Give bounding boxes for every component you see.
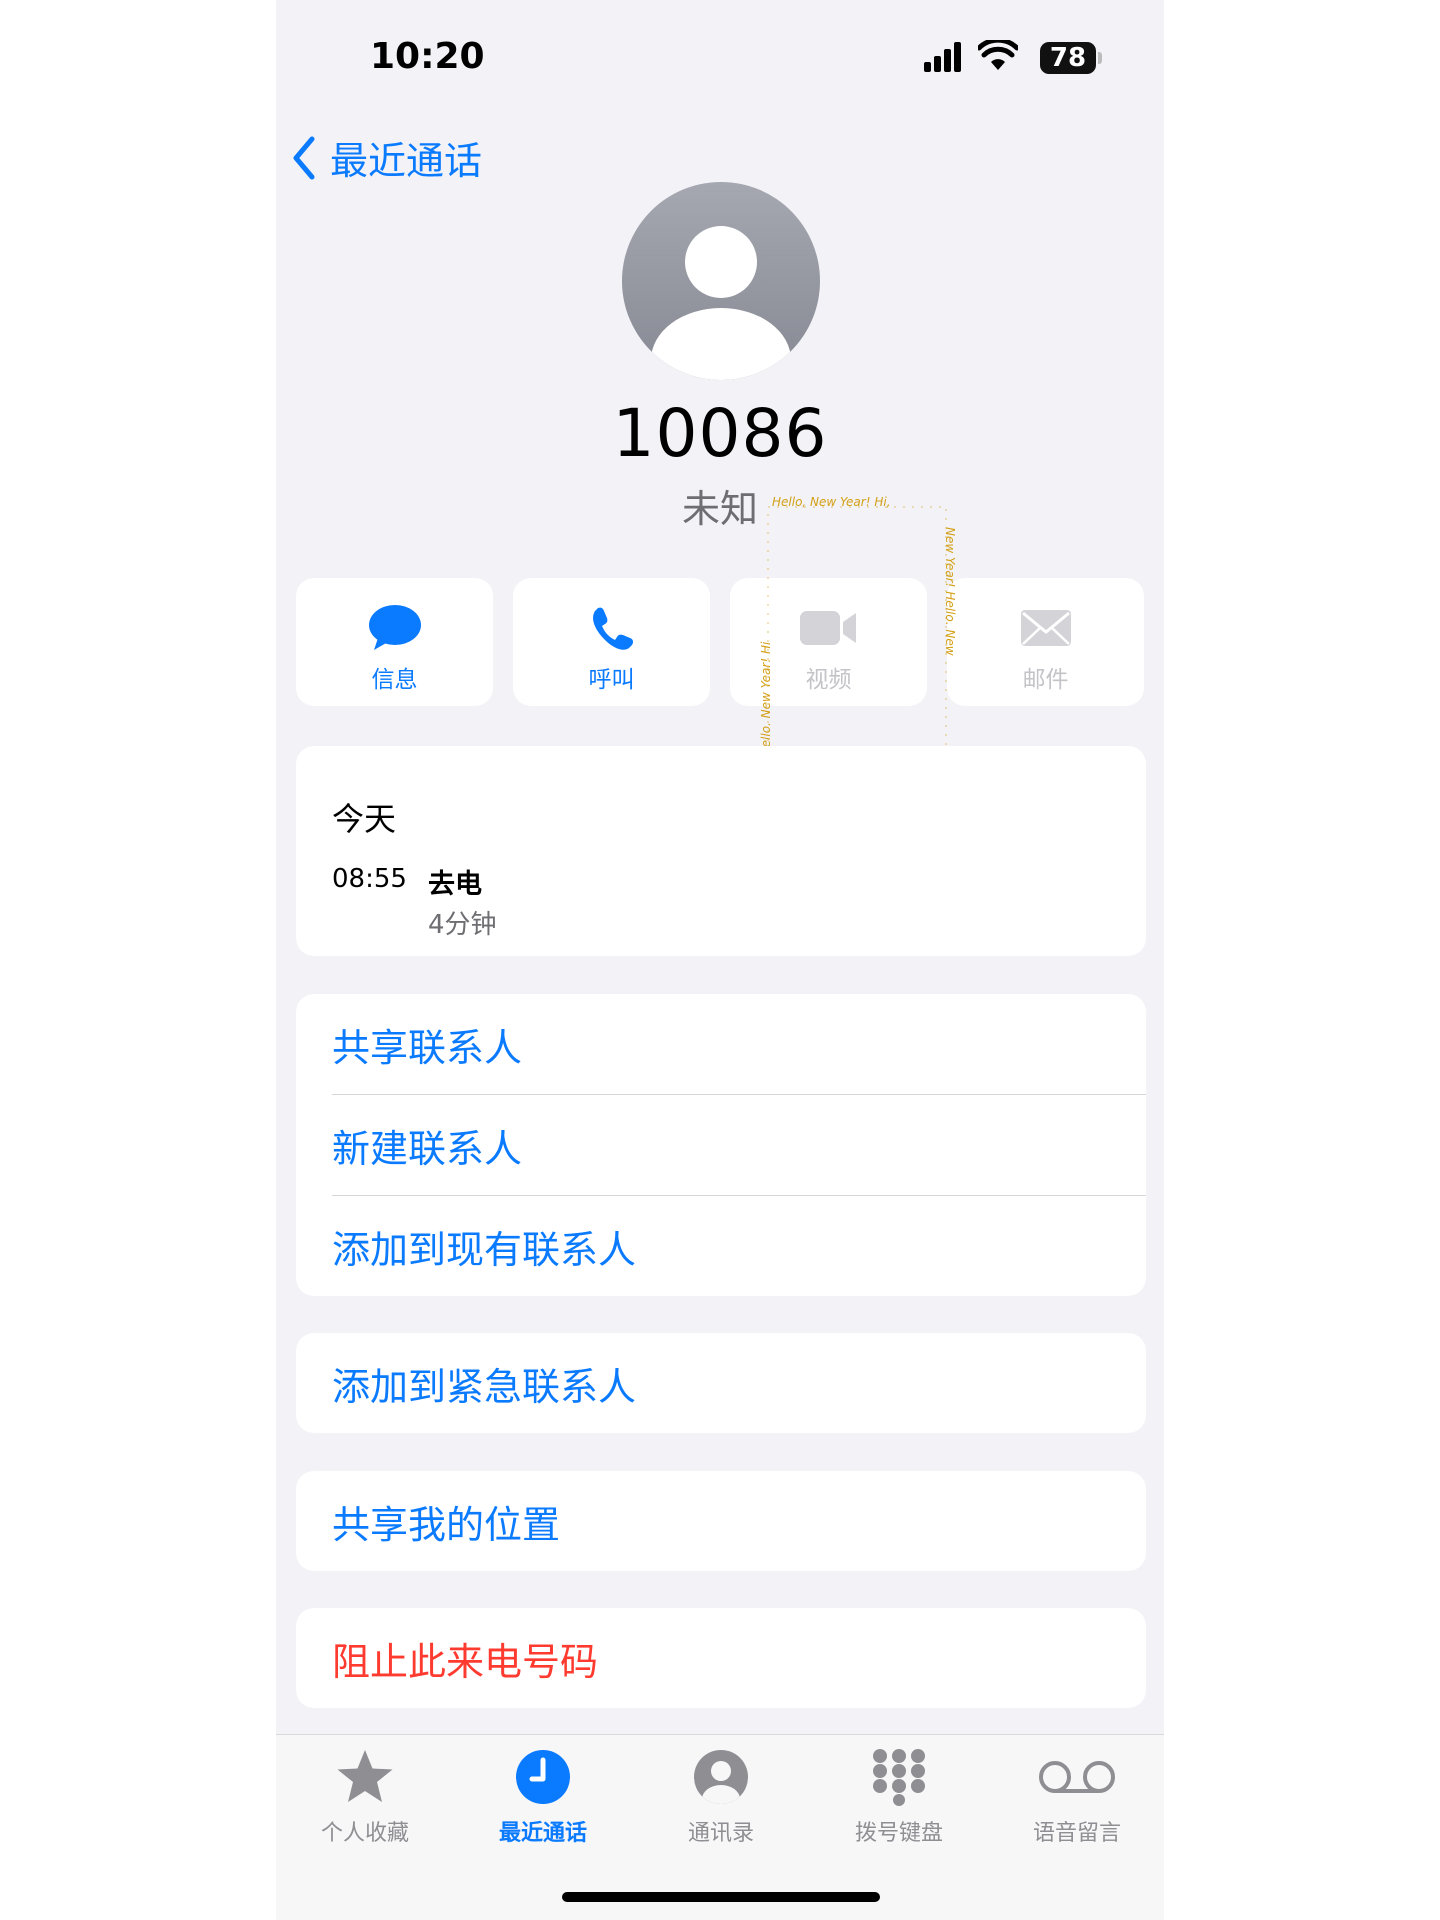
clock-icon bbox=[516, 1750, 570, 1804]
recent-duration: 4分钟 bbox=[428, 910, 497, 940]
tab-contacts[interactable]: 通讯录 bbox=[632, 1745, 810, 1855]
back-label: 最近通话 bbox=[330, 139, 483, 183]
home-indicator[interactable] bbox=[562, 1892, 880, 1902]
tab-keypad[interactable]: 拨号键盘 bbox=[810, 1745, 988, 1855]
message-button[interactable]: 信息 bbox=[296, 578, 493, 706]
recent-time: 08:55 bbox=[332, 864, 407, 894]
message-button-label: 信息 bbox=[371, 667, 418, 693]
emergency-card: 添加到紧急联系人 bbox=[296, 1333, 1146, 1433]
phone-icon bbox=[592, 607, 633, 650]
call-button-label: 呼叫 bbox=[588, 667, 635, 693]
tab-favorites[interactable]: 个人收藏 bbox=[276, 1745, 454, 1855]
add-to-existing-contact-button[interactable]: 添加到现有联系人 bbox=[332, 1196, 1146, 1296]
tab-recents[interactable]: 最近通话 bbox=[454, 1745, 632, 1855]
star-icon bbox=[337, 1750, 393, 1802]
chevron-left-icon bbox=[293, 136, 315, 179]
phone-screen: 10:20 78 最近通话 10086 未知 信息 呼叫 视频 邮件 Hello… bbox=[276, 0, 1164, 1920]
share-contact-button[interactable]: 共享联系人 bbox=[332, 994, 1146, 1094]
battery-indicator: 78 bbox=[1040, 42, 1096, 74]
video-button-label: 视频 bbox=[805, 667, 852, 693]
mail-button[interactable]: 邮件 bbox=[947, 578, 1144, 706]
tab-contacts-label: 通讯录 bbox=[687, 1821, 754, 1846]
new-contact-button[interactable]: 新建联系人 bbox=[332, 1095, 1146, 1195]
caller-number: 10086 bbox=[612, 395, 828, 472]
block-card: 阻止此来电号码 bbox=[296, 1608, 1146, 1708]
avatar bbox=[622, 182, 820, 380]
share-location-card: 共享我的位置 bbox=[296, 1471, 1146, 1571]
battery-tip bbox=[1098, 52, 1102, 64]
voicemail-icon bbox=[1039, 1761, 1115, 1793]
back-button[interactable]: 最近通话 bbox=[292, 130, 482, 185]
contact-options-card: 共享联系人 新建联系人 添加到现有联系人 bbox=[296, 994, 1146, 1296]
share-location-button[interactable]: 共享我的位置 bbox=[332, 1471, 1146, 1571]
keypad-icon bbox=[873, 1749, 925, 1806]
cellular-signal-icon bbox=[924, 42, 961, 72]
wifi-icon bbox=[978, 40, 1018, 70]
tab-voicemail-label: 语音留言 bbox=[1032, 1821, 1121, 1846]
caller-label: 未知 bbox=[681, 487, 758, 531]
block-caller-button[interactable]: 阻止此来电号码 bbox=[332, 1608, 1146, 1708]
battery-level: 78 bbox=[1049, 43, 1087, 73]
tab-recents-label: 最近通话 bbox=[498, 1821, 587, 1846]
video-button[interactable]: 视频 bbox=[730, 578, 927, 706]
action-buttons: 信息 呼叫 视频 邮件 bbox=[296, 578, 1146, 706]
video-icon bbox=[799, 611, 856, 645]
status-time: 10:20 bbox=[370, 36, 485, 77]
recent-calls-card: 今天 08:55 去电 4分钟 bbox=[296, 746, 1146, 956]
tab-keypad-label: 拨号键盘 bbox=[854, 1821, 943, 1846]
add-emergency-contact-button[interactable]: 添加到紧急联系人 bbox=[332, 1333, 1146, 1433]
recent-call-type: 去电 bbox=[428, 869, 482, 900]
tab-favorites-label: 个人收藏 bbox=[320, 1821, 409, 1846]
contacts-icon bbox=[694, 1750, 748, 1804]
call-button[interactable]: 呼叫 bbox=[513, 578, 710, 706]
message-icon bbox=[368, 605, 421, 650]
tab-voicemail[interactable]: 语音留言 bbox=[988, 1745, 1164, 1855]
mail-icon bbox=[1020, 610, 1071, 646]
recent-date: 今天 bbox=[332, 800, 397, 838]
mail-button-label: 邮件 bbox=[1022, 667, 1069, 693]
